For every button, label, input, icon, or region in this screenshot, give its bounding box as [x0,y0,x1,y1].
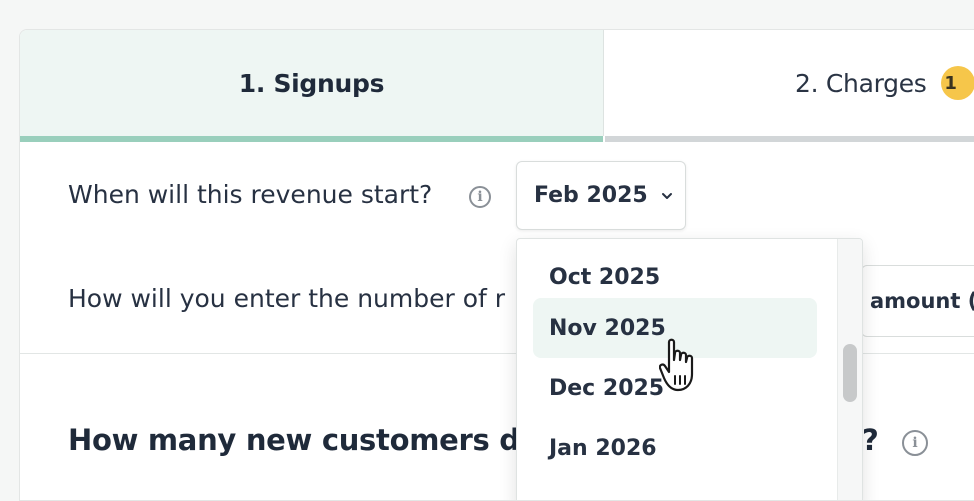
customers-question-heading-end: ? [862,423,879,457]
revenue-form-card: 1. Signups 2. Charges 1 When will this r… [19,29,974,501]
entry-method-option-label: amount (S [870,289,974,313]
tab-charges[interactable]: 2. Charges 1 [604,30,974,136]
customers-question-heading: How many new customers do [68,423,540,457]
dropdown-scrollbar[interactable] [837,239,862,500]
start-month-select[interactable]: Feb 2025 [516,161,686,230]
entry-question-label: How will you enter the number of r [68,284,506,313]
start-question-label: When will this revenue start? [68,180,433,209]
entry-method-option-amount[interactable]: amount (S [861,265,974,337]
info-icon[interactable]: i [469,186,491,208]
info-icon[interactable]: i [902,430,928,456]
tab-signups-label: 1. Signups [238,68,385,98]
inactive-tab-indicator [605,136,974,142]
tab-charges-badge: 1 [940,66,974,100]
dropdown-option-jan-2026[interactable]: Jan 2026 [533,418,817,478]
chevron-down-icon [661,192,672,199]
dropdown-scrollbar-thumb[interactable] [843,344,857,402]
active-tab-indicator [20,136,603,142]
hand-pointer-icon [659,338,694,392]
tab-signups[interactable]: 1. Signups [20,30,604,136]
tab-charges-label: 2. Charges [795,68,927,98]
start-month-value: Feb 2025 [534,183,648,208]
